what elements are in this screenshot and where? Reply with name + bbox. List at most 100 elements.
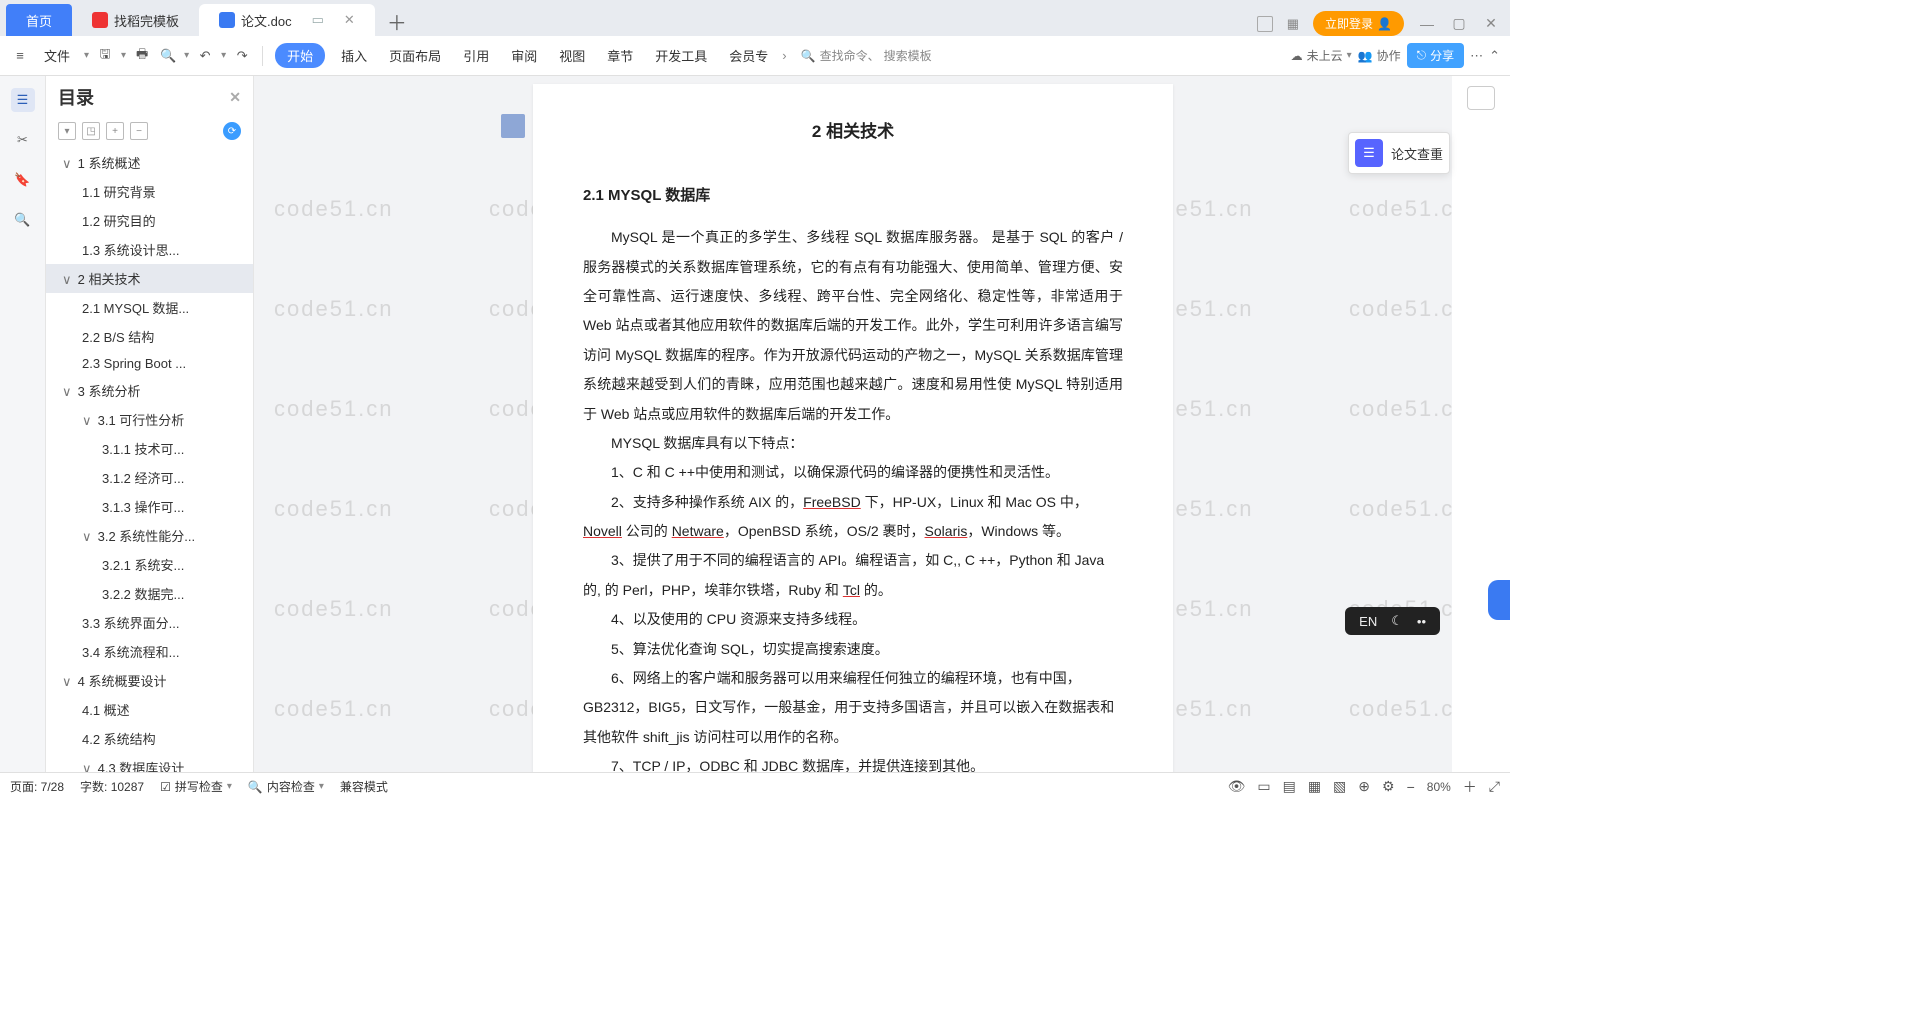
page-handle-icon[interactable] xyxy=(501,114,525,138)
outline-item[interactable]: 2.1 MYSQL 数据... xyxy=(46,293,253,322)
outline-item[interactable]: 3.2.2 数据完... xyxy=(46,579,253,608)
outline-item[interactable]: ∨ 3 系统分析 xyxy=(46,376,253,405)
ribbon-scroll-icon[interactable]: › xyxy=(782,48,786,63)
save-icon[interactable]: 🖫 xyxy=(95,46,115,66)
status-content-check[interactable]: 🔍 内容检查 ▾ xyxy=(248,778,324,795)
zoom-in-icon[interactable]: ＋ xyxy=(1463,777,1477,797)
outline-rail-icon[interactable]: ☰ xyxy=(11,88,35,112)
outline-item[interactable]: 3.1.1 技术可... xyxy=(46,434,253,463)
outline-item[interactable]: 1.1 研究背景 xyxy=(46,177,253,206)
zoom-level[interactable]: 80% xyxy=(1427,780,1451,794)
window-minimize[interactable]: — xyxy=(1418,16,1436,32)
login-button[interactable]: 立即登录👤 xyxy=(1313,11,1404,36)
search-placeholder2: 搜索模板 xyxy=(884,47,932,64)
menu-icon[interactable]: ≡ xyxy=(10,46,30,66)
print-icon[interactable]: 🖶 xyxy=(132,46,152,66)
share-button[interactable]: ⎋ 分享 xyxy=(1407,43,1465,68)
outline-item[interactable]: ∨ 3.2 系统性能分... xyxy=(46,521,253,550)
status-spellcheck[interactable]: ☑ 拼写检查 ▾ xyxy=(160,778,232,795)
outline-minus-icon[interactable]: − xyxy=(130,122,148,140)
new-tab-button[interactable]: ＋ xyxy=(375,7,419,36)
outline-item[interactable]: ∨ 2 相关技术 xyxy=(46,264,253,293)
outline-item[interactable]: 2.3 Spring Boot ... xyxy=(46,351,253,376)
outline-item[interactable]: 1.3 系统设计思... xyxy=(46,235,253,264)
ribbon-tab-review[interactable]: 审阅 xyxy=(505,46,543,65)
bookmark-rail-icon[interactable]: 🔖 xyxy=(11,168,35,192)
outline-item[interactable]: 3.3 系统界面分... xyxy=(46,608,253,637)
right-tool-icon[interactable] xyxy=(1467,86,1495,110)
outline-item[interactable]: ∨ 4.3 数据库设计 xyxy=(46,753,253,772)
undo-icon[interactable]: ↶ xyxy=(195,46,215,66)
zoom-out-icon[interactable]: − xyxy=(1407,779,1415,795)
ribbon-tab-section[interactable]: 章节 xyxy=(601,46,639,65)
watermark: code51.cn xyxy=(274,396,394,422)
outline-sync-icon[interactable]: ⟳ xyxy=(223,122,241,140)
watermark: code51.cn xyxy=(1349,196,1452,222)
file-menu[interactable]: 文件 xyxy=(38,46,76,65)
ribbon-tab-dev[interactable]: 开发工具 xyxy=(649,46,713,65)
cloud-status[interactable]: ☁ 未上云 ▾ xyxy=(1291,47,1352,64)
fit-icon[interactable]: ⤢ xyxy=(1489,778,1500,795)
search-rail-icon[interactable]: 🔍 xyxy=(11,208,35,232)
ribbon-tab-start[interactable]: 开始 xyxy=(275,43,325,68)
ribbon-tab-layout[interactable]: 页面布局 xyxy=(383,46,447,65)
ribbon-tab-view[interactable]: 视图 xyxy=(553,46,591,65)
ribbon-tab-member[interactable]: 会员专 xyxy=(723,46,774,65)
left-rail: ☰ ✂ 🔖 🔍 xyxy=(0,76,46,772)
outline-tool-icon[interactable]: ◳ xyxy=(82,122,100,140)
outline-plus-icon[interactable]: + xyxy=(106,122,124,140)
outline-close-icon[interactable]: ✕ xyxy=(229,89,241,106)
outline-tools: ▾ ◳ + − ⟳ xyxy=(46,118,253,148)
outline-item[interactable]: 4.1 概述 xyxy=(46,695,253,724)
doc-paragraph: MySQL 是一个真正的多学生、多线程 SQL 数据库服务器。 是基于 SQL … xyxy=(583,223,1123,429)
status-view2-icon[interactable]: ▤ xyxy=(1283,778,1296,795)
search-box[interactable]: 🔍查找命令、搜索模板 xyxy=(801,47,932,64)
outline-item[interactable]: ∨ 3.1 可行性分析 xyxy=(46,405,253,434)
status-compat[interactable]: 兼容模式 xyxy=(340,778,388,795)
toolbar-more-icon[interactable]: ⋯ xyxy=(1470,48,1483,64)
status-page[interactable]: 页面: 7/28 xyxy=(10,778,64,795)
status-settings-icon[interactable]: ⚙ xyxy=(1382,778,1395,795)
status-view3-icon[interactable]: ▦ xyxy=(1308,778,1321,795)
outline-list: ∨ 1 系统概述1.1 研究背景1.2 研究目的1.3 系统设计思...∨ 2 … xyxy=(46,148,253,772)
side-tab-icon[interactable] xyxy=(1488,580,1510,620)
coop-button[interactable]: 👥 协作 xyxy=(1358,47,1401,64)
preview-icon[interactable]: 🔍 xyxy=(158,46,178,66)
status-eye-icon[interactable]: 👁 xyxy=(1228,778,1246,795)
file-dropdown-icon: ▾ xyxy=(84,50,89,61)
tab-close-icon[interactable]: ✕ xyxy=(344,12,355,28)
tab-template[interactable]: 找稻完模板 xyxy=(72,4,199,36)
ime-indicator[interactable]: EN ☾ •• xyxy=(1345,607,1440,635)
outline-item[interactable]: 3.1.3 操作可... xyxy=(46,492,253,521)
coop-label: 协作 xyxy=(1377,47,1401,64)
ribbon-tab-insert[interactable]: 插入 xyxy=(335,46,373,65)
tab-popout-icon[interactable]: ▭ xyxy=(312,12,324,28)
outline-item[interactable]: 3.1.2 经济可... xyxy=(46,463,253,492)
status-words[interactable]: 字数: 10287 xyxy=(80,778,144,795)
clipboard-rail-icon[interactable]: ✂ xyxy=(11,128,35,152)
toolbar-collapse-icon[interactable]: ⌃ xyxy=(1489,48,1500,64)
status-view4-icon[interactable]: ▧ xyxy=(1333,778,1346,795)
redo-icon[interactable]: ↷ xyxy=(232,46,252,66)
outline-item[interactable]: ∨ 4 系统概要设计 xyxy=(46,666,253,695)
layout-icon[interactable] xyxy=(1257,16,1273,32)
outline-expand-all-icon[interactable]: ▾ xyxy=(58,122,76,140)
outline-item[interactable]: 4.2 系统结构 xyxy=(46,724,253,753)
outline-item[interactable]: 3.4 系统流程和... xyxy=(46,637,253,666)
document-viewport[interactable]: code51.cncode51.cncode51.cncode51.cncode… xyxy=(254,76,1452,772)
ime-dark-icon: ☾ xyxy=(1391,613,1403,629)
outline-item[interactable]: 1.2 研究目的 xyxy=(46,206,253,235)
window-close[interactable]: ✕ xyxy=(1482,15,1500,32)
tab-home[interactable]: 首页 xyxy=(6,4,72,36)
window-maximize[interactable]: ▢ xyxy=(1450,15,1468,32)
ribbon-tab-reference[interactable]: 引用 xyxy=(457,46,495,65)
outline-item[interactable]: 3.2.1 系统安... xyxy=(46,550,253,579)
watermark: code51.cn xyxy=(274,596,394,622)
paper-check-card[interactable]: ☰ 论文查重 xyxy=(1348,132,1450,174)
outline-item[interactable]: ∨ 1 系统概述 xyxy=(46,148,253,177)
tab-document[interactable]: 论文.doc▭✕ xyxy=(199,4,375,36)
status-view1-icon[interactable]: ▭ xyxy=(1257,778,1270,795)
status-web-icon[interactable]: ⊕ xyxy=(1358,778,1370,795)
apps-icon[interactable]: ▦ xyxy=(1287,16,1299,32)
outline-item[interactable]: 2.2 B/S 结构 xyxy=(46,322,253,351)
